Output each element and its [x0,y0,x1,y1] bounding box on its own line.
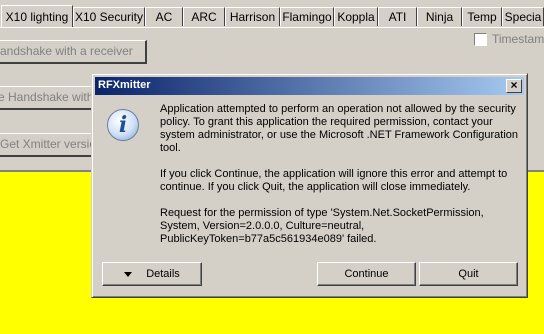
dialog-title: RFXmitter [98,79,151,91]
error-dialog: RFXmitter × i Application attempted to p… [91,73,528,298]
information-icon: i [107,109,139,141]
chevron-down-icon [124,271,133,277]
handshake-button-2[interactable]: e Handshake with a [0,86,93,110]
permission-request-text: Request for the permission of type 'Syst… [160,207,484,245]
tab-flamingo[interactable]: Flamingo [280,7,334,26]
continue-button[interactable]: Continue [317,262,416,286]
tab-harrison[interactable]: Harrison [225,7,280,26]
handshake-receiver-button[interactable]: andshake with a receiver [0,40,147,64]
tab-ati[interactable]: ATI [378,7,417,26]
tab-x10-lighting[interactable]: X10 lighting [1,5,73,28]
timestamp-checkbox[interactable] [474,33,487,46]
timestamp-label: Timestamp [492,32,544,46]
close-button[interactable]: × [506,79,522,93]
tab-strip: X10 lighting X10 Security AC ARC Harriso… [0,0,544,28]
get-xmitter-version-button[interactable]: Get Xmitter version [0,133,93,157]
continue-quit-explanation: If you click Continue, the application w… [160,168,508,193]
tab-x10-security[interactable]: X10 Security [73,7,145,26]
tab-koppla[interactable]: Koppla [334,7,378,26]
tab-ninja[interactable]: Ninja [417,7,462,26]
tab-temp[interactable]: Temp [462,7,502,26]
close-icon: × [510,78,518,92]
tab-arc[interactable]: ARC [183,7,225,26]
quit-button[interactable]: Quit [419,262,518,286]
details-label: Details [146,268,180,280]
tab-special[interactable]: Specia [502,7,544,26]
tab-ac[interactable]: AC [145,7,183,26]
details-button[interactable]: Details [102,262,202,286]
tab-page-border [0,27,544,28]
error-message: Application attempted to perform an oper… [160,103,519,154]
dialog-titlebar[interactable]: RFXmitter × [95,77,524,95]
